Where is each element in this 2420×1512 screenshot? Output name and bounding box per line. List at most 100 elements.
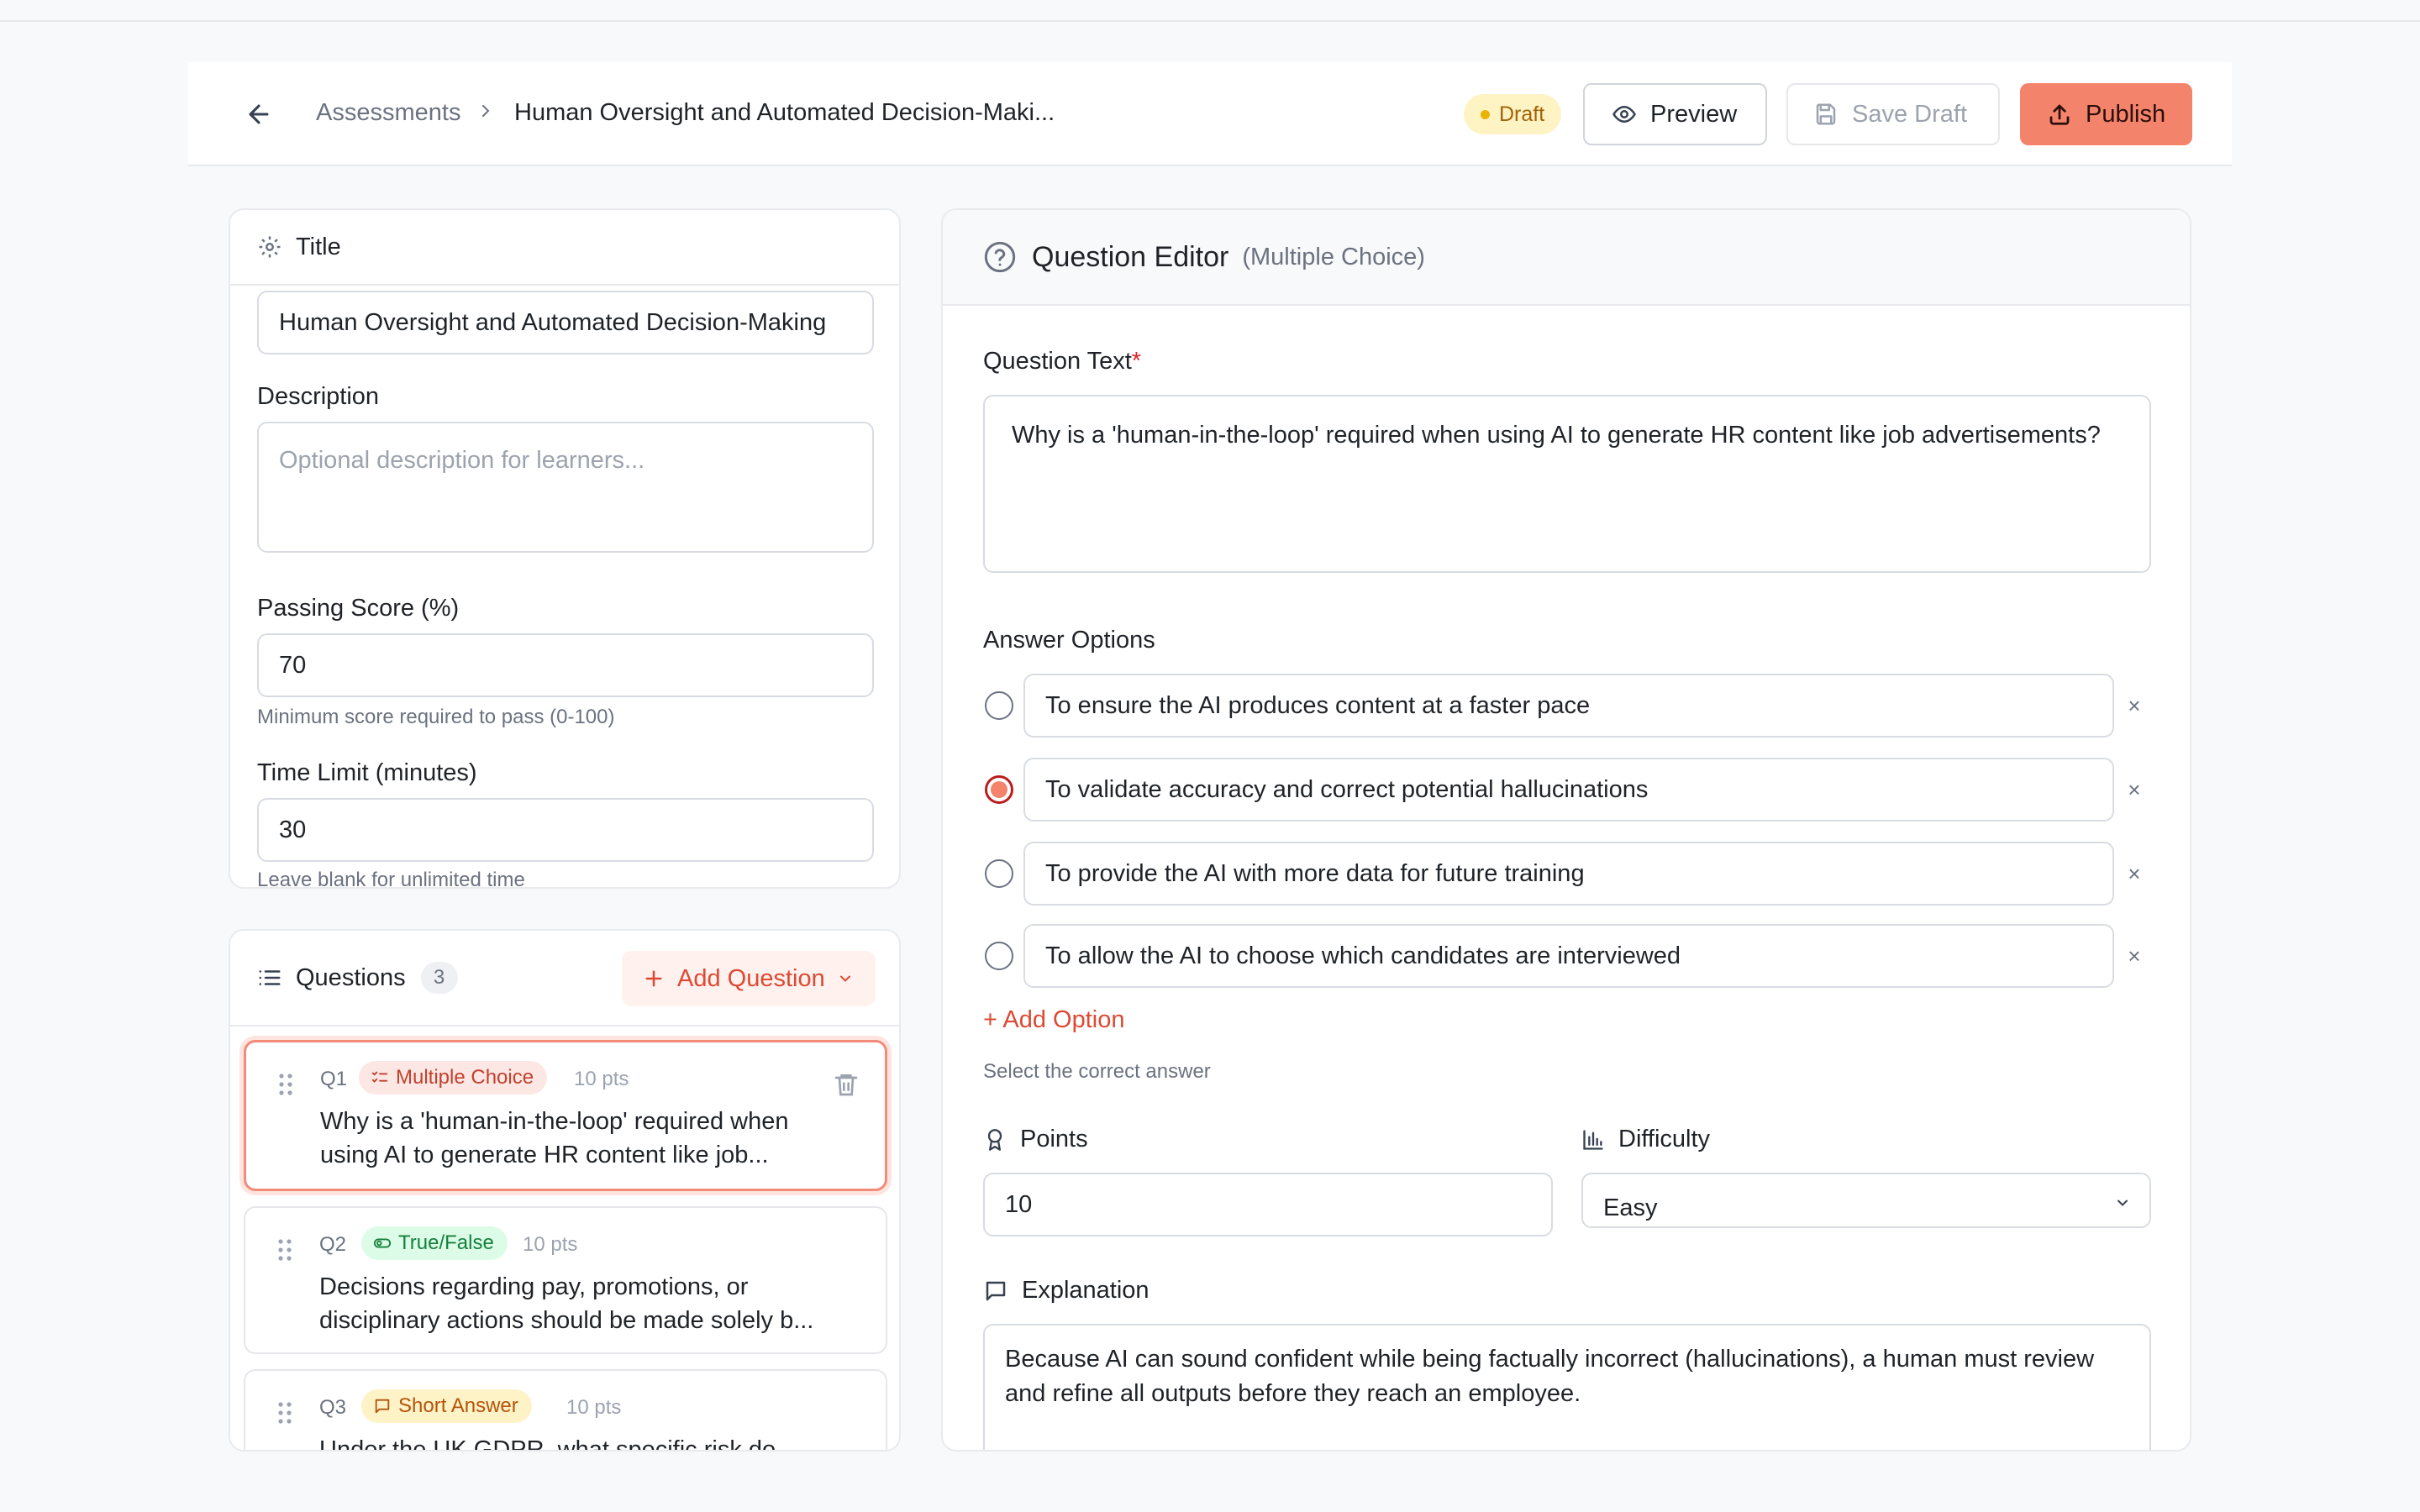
list-icon [259,970,281,985]
option-radio-1[interactable] [985,691,1013,720]
questions-count-badge: 3 [420,962,458,994]
difficulty-label: Difficulty [1618,1126,1711,1152]
breadcrumb-current: Human Oversight and Automated Decision-M… [514,99,1055,126]
difficulty-value: Easy [1603,1194,1658,1221]
question-text-textarea[interactable]: Why is a 'human-in-the-loop' required wh… [983,395,2151,573]
publish-button[interactable]: Publish [2020,83,2192,145]
points-input[interactable]: 10 [983,1173,1553,1236]
required-marker: * [1131,348,1142,375]
questions-header: Questions 3 Add Question [230,931,899,1026]
save-icon [1816,103,1836,125]
questions-panel: Questions 3 Add Question Q1 Multiple Cho… [229,929,901,1452]
editor-header: Question Editor (Multiple Choice) [943,210,2190,306]
remove-option-4-button[interactable]: × [2119,941,2149,971]
option-input-4[interactable]: To allow the AI to choose which candidat… [1023,924,2114,988]
drag-handle-icon [279,1074,292,1095]
settings-title: Title [296,233,341,260]
remove-option-2-button[interactable]: × [2119,774,2149,805]
add-question-label: Add Question [677,964,825,992]
drag-handle-icon [278,1239,292,1261]
breadcrumb-assessments[interactable]: Assessments [316,99,460,127]
question-text-label-text: Question Text [983,348,1132,375]
type-tag-label: True/False [398,1231,494,1254]
drag-handle-icon [278,1402,292,1424]
time-limit-label: Time Limit (minutes) [257,759,477,786]
back-button[interactable] [240,96,277,133]
page-header: Assessments Human Oversight and Automate… [188,62,2232,166]
top-bar [0,0,2420,22]
question-card-q1[interactable]: Q1 Multiple Choice 10 pts Why is a 'huma… [244,1040,887,1191]
passing-score-label: Passing Score (%) [257,595,460,622]
time-limit-hint: Leave blank for unlimited time [257,869,525,889]
explanation-label-row: Explanation [983,1277,1150,1305]
type-tag-label: Multiple Choice [396,1066,534,1089]
passing-score-input[interactable]: 70 [257,633,874,697]
question-card-q2[interactable]: Q2 True/False 10 pts Decisions regarding… [244,1206,887,1354]
help-circle-icon [984,241,1016,273]
settings-header: Title [230,210,899,286]
time-limit-input[interactable]: 30 [257,798,874,862]
upload-icon [2049,104,2070,125]
description-placeholder: Optional description for learners... [279,447,645,474]
remove-option-1-button[interactable]: × [2119,690,2149,721]
question-preview-text: Under the UK GDPR, what specific risk do… [319,1436,797,1452]
option-input-2[interactable]: To validate accuracy and correct potenti… [1023,758,2114,822]
award-icon [987,1128,1002,1151]
question-editor-panel: Question Editor (Multiple Choice) Questi… [941,208,2191,1452]
title-input[interactable]: Human Oversight and Automated Decision-M… [257,291,874,354]
bar-chart-icon [1583,1129,1603,1150]
chevron-down-icon [839,975,850,982]
question-points: 10 pts [523,1233,578,1256]
question-number: Q1 [320,1068,348,1090]
answer-options-label: Answer Options [983,627,1155,654]
list-checks-icon [371,1071,388,1083]
save-draft-button[interactable]: Save Draft [1786,83,2000,145]
toggle-icon [373,1238,392,1248]
question-preview-text: Decisions regarding pay, promotions, or … [319,1273,814,1334]
chevron-down-icon [2118,1200,2128,1206]
option-radio-2[interactable] [985,775,1013,804]
passing-score-hint: Minimum score required to pass (0-100) [257,706,615,728]
editor-title: Question Editor [1032,240,1229,273]
add-option-link[interactable]: + Add Option [983,1006,1125,1034]
explanation-textarea[interactable]: Because AI can sound confident while bei… [983,1324,2151,1450]
type-tag-label: Short Answer [398,1394,518,1417]
message-square-icon [986,1281,1006,1300]
gear-icon [259,236,281,258]
option-input-3[interactable]: To provide the AI with more data for fut… [1023,842,2114,906]
points-label-row: Points [983,1126,1088,1153]
remove-option-3-button[interactable]: × [2119,858,2149,889]
preview-label: Preview [1650,100,1738,128]
description-label: Description [257,383,380,410]
chevron-right-icon [476,101,496,125]
preview-button[interactable]: Preview [1583,83,1767,145]
explanation-label: Explanation [1022,1277,1150,1304]
question-points: 10 pts [566,1396,622,1419]
difficulty-label-row: Difficulty [1581,1126,1710,1153]
question-card-q3[interactable]: Q3 Short Answer 10 pts Under the UK GDPR… [244,1369,887,1452]
question-number: Q3 [319,1396,347,1419]
difficulty-select[interactable]: Easy [1581,1173,2151,1228]
settings-panel: Title Human Oversight and Automated Deci… [229,208,901,889]
question-number: Q2 [319,1233,347,1256]
option-radio-3[interactable] [985,859,1013,888]
option-radio-4[interactable] [985,942,1013,970]
option-input-1[interactable]: To ensure the AI produces content at a f… [1023,674,2114,738]
status-badge: Draft [1464,94,1562,134]
description-textarea[interactable]: Optional description for learners... [257,422,874,553]
type-tag-true-false: True/False [361,1226,508,1260]
publish-label: Publish [2086,100,2166,128]
question-points: 10 pts [574,1068,629,1090]
editor-subtitle: (Multiple Choice) [1242,243,1425,270]
type-tag-short-answer: Short Answer [361,1389,532,1423]
add-question-button[interactable]: Add Question [622,951,876,1006]
trash-icon[interactable] [833,1071,860,1098]
select-correct-hint: Select the correct answer [983,1060,1211,1083]
type-tag-multiple-choice: Multiple Choice [359,1061,548,1095]
arrow-left-icon [249,104,269,124]
question-text-label: Question Text* [983,348,1141,375]
eye-icon [1612,105,1636,123]
question-preview-text: Why is a 'human-in-the-loop' required wh… [320,1108,789,1168]
message-square-icon [375,1399,390,1414]
plus-icon [645,970,662,987]
